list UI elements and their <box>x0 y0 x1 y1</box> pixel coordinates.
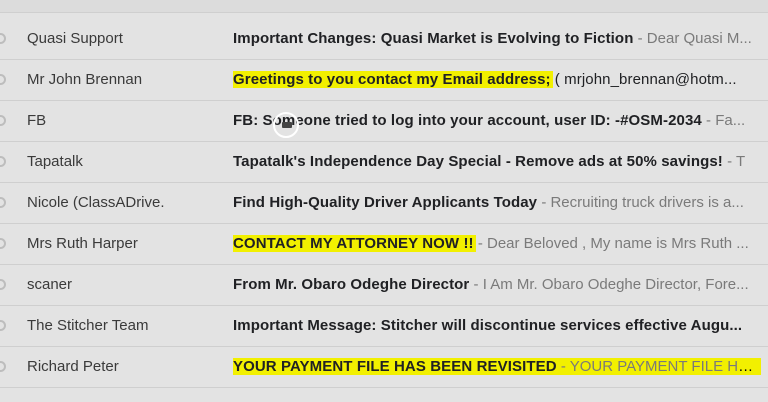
email-highlight: YOUR PAYMENT FILE HAS BEEN REVISITED - Y… <box>233 358 761 375</box>
importance-marker-icon[interactable] <box>0 279 6 290</box>
email-subject: CONTACT MY ATTORNEY NOW !! <box>233 235 474 252</box>
importance-marker-icon[interactable] <box>0 74 6 85</box>
email-sender: Mrs Ruth Harper <box>27 235 138 252</box>
email-snippet: - Dear Quasi M... <box>637 30 752 47</box>
cursor-icon <box>282 122 292 128</box>
email-row[interactable]: FB FB: Someone tried to log into your ac… <box>0 101 768 142</box>
email-subject: From Mr. Obaro Odeghe Director <box>233 276 470 293</box>
email-snippet: - Fa... <box>706 112 746 129</box>
email-subject: Important Message: Stitcher will discont… <box>233 317 743 334</box>
email-sender: Richard Peter <box>27 358 119 375</box>
email-snippet: ( mrjohn_brennan@hotm... <box>554 71 737 88</box>
email-content: FB: Someone tried to log into your accou… <box>233 112 761 129</box>
importance-marker-icon[interactable] <box>0 320 6 331</box>
email-snippet: - T <box>727 153 746 170</box>
email-subject: FB: Someone tried to log into your accou… <box>233 112 702 129</box>
email-row[interactable]: Tapatalk Tapatalk's Independence Day Spe… <box>0 142 768 183</box>
email-content: Tapatalk's Independence Day Special - Re… <box>233 153 761 170</box>
email-row[interactable]: Richard Peter YOUR PAYMENT FILE HAS BEEN… <box>0 347 768 388</box>
email-subject: Find High-Quality Driver Applicants Toda… <box>233 194 538 211</box>
email-snippet: - YOUR PAYMENT FILE HAS ... <box>560 358 761 375</box>
importance-marker-icon[interactable] <box>0 115 6 126</box>
importance-marker-icon[interactable] <box>0 33 6 44</box>
email-subject: Tapatalk's Independence Day Special - Re… <box>233 153 723 170</box>
email-sender: FB <box>27 112 47 129</box>
email-content: Greetings to you contact my Email addres… <box>233 71 761 88</box>
email-sender: The Stitcher Team <box>27 317 149 334</box>
email-row[interactable]: Nicole (ClassADrive. Find High-Quality D… <box>0 183 768 224</box>
email-snippet: - Recruiting truck drivers is a... <box>541 194 744 211</box>
email-row[interactable]: scaner From Mr. Obaro Odeghe Director - … <box>0 265 768 306</box>
list-top-edge <box>0 0 768 13</box>
email-snippet: - Dear Beloved , My name is Mrs Ruth ... <box>477 235 749 252</box>
importance-marker-icon[interactable] <box>0 361 6 372</box>
email-content: YOUR PAYMENT FILE HAS BEEN REVISITED - Y… <box>233 358 761 375</box>
email-content: Important Changes: Quasi Market is Evolv… <box>233 30 761 47</box>
email-snippet: - I Am Mr. Obaro Odeghe Director, Fore..… <box>473 276 749 293</box>
email-subject: Greetings to you contact my Email addres… <box>233 71 551 88</box>
email-content: From Mr. Obaro Odeghe Director - I Am Mr… <box>233 276 761 293</box>
email-content: CONTACT MY ATTORNEY NOW !! - Dear Belove… <box>233 235 761 252</box>
email-content: Find High-Quality Driver Applicants Toda… <box>233 194 761 211</box>
email-row[interactable]: Quasi Support Important Changes: Quasi M… <box>0 19 768 60</box>
email-sender: Mr John Brennan <box>27 71 143 88</box>
email-subject: Important Changes: Quasi Market is Evolv… <box>233 30 634 47</box>
importance-marker-icon[interactable] <box>0 238 6 249</box>
email-sender: scaner <box>27 276 73 293</box>
email-row[interactable]: Mr John Brennan Greetings to you contact… <box>0 60 768 101</box>
email-sender: Quasi Support <box>27 30 123 47</box>
email-sender: Tapatalk <box>27 153 83 170</box>
importance-marker-icon[interactable] <box>0 197 6 208</box>
email-subject: YOUR PAYMENT FILE HAS BEEN REVISITED <box>233 358 557 375</box>
email-content: Important Message: Stitcher will discont… <box>233 317 761 334</box>
importance-marker-icon[interactable] <box>0 156 6 167</box>
email-sender: Nicole (ClassADrive. <box>27 194 165 211</box>
email-row[interactable]: Mrs Ruth Harper CONTACT MY ATTORNEY NOW … <box>0 224 768 265</box>
email-row[interactable]: The Stitcher Team Important Message: Sti… <box>0 306 768 347</box>
